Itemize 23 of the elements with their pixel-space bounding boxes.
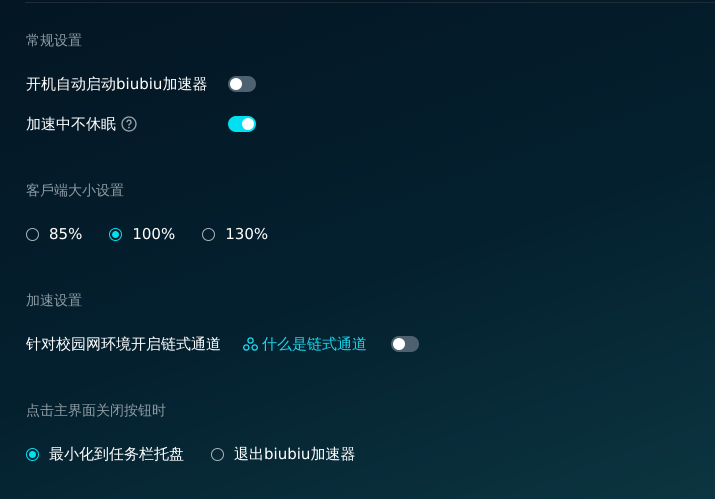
section-heading: 加速设置 <box>26 292 83 311</box>
nodes-icon <box>243 337 258 351</box>
radio-label[interactable]: 85% <box>49 225 82 243</box>
radio-button[interactable] <box>202 228 216 240</box>
help-icon[interactable] <box>121 116 137 132</box>
section-heading: 常规设置 <box>26 32 83 51</box>
help-link[interactable]: 什么是链式通道 <box>262 334 367 354</box>
radio-button[interactable] <box>26 448 39 460</box>
section-heading: 点击主界面关闭按钮时 <box>26 402 167 421</box>
radio-label[interactable]: 最小化到任务栏托盘 <box>49 444 184 464</box>
section-heading: 客戶端大小设置 <box>26 182 125 201</box>
radio-label[interactable]: 退出biubiu加速器 <box>234 444 356 464</box>
setting-label: 加速中不休眠 <box>26 114 116 134</box>
radio-button[interactable] <box>26 228 39 240</box>
toggle-switch[interactable] <box>228 116 256 132</box>
radio-button[interactable] <box>109 228 122 240</box>
setting-label: 开机自动启动biubiu加速器 <box>26 74 208 94</box>
toggle-switch[interactable] <box>391 336 419 352</box>
radio-label[interactable]: 130% <box>225 225 268 243</box>
setting-label: 针对校园网环境开启链式通道 <box>26 334 221 354</box>
radio-button[interactable] <box>211 448 224 460</box>
toggle-switch[interactable] <box>228 76 256 92</box>
radio-label[interactable]: 100% <box>132 225 176 243</box>
